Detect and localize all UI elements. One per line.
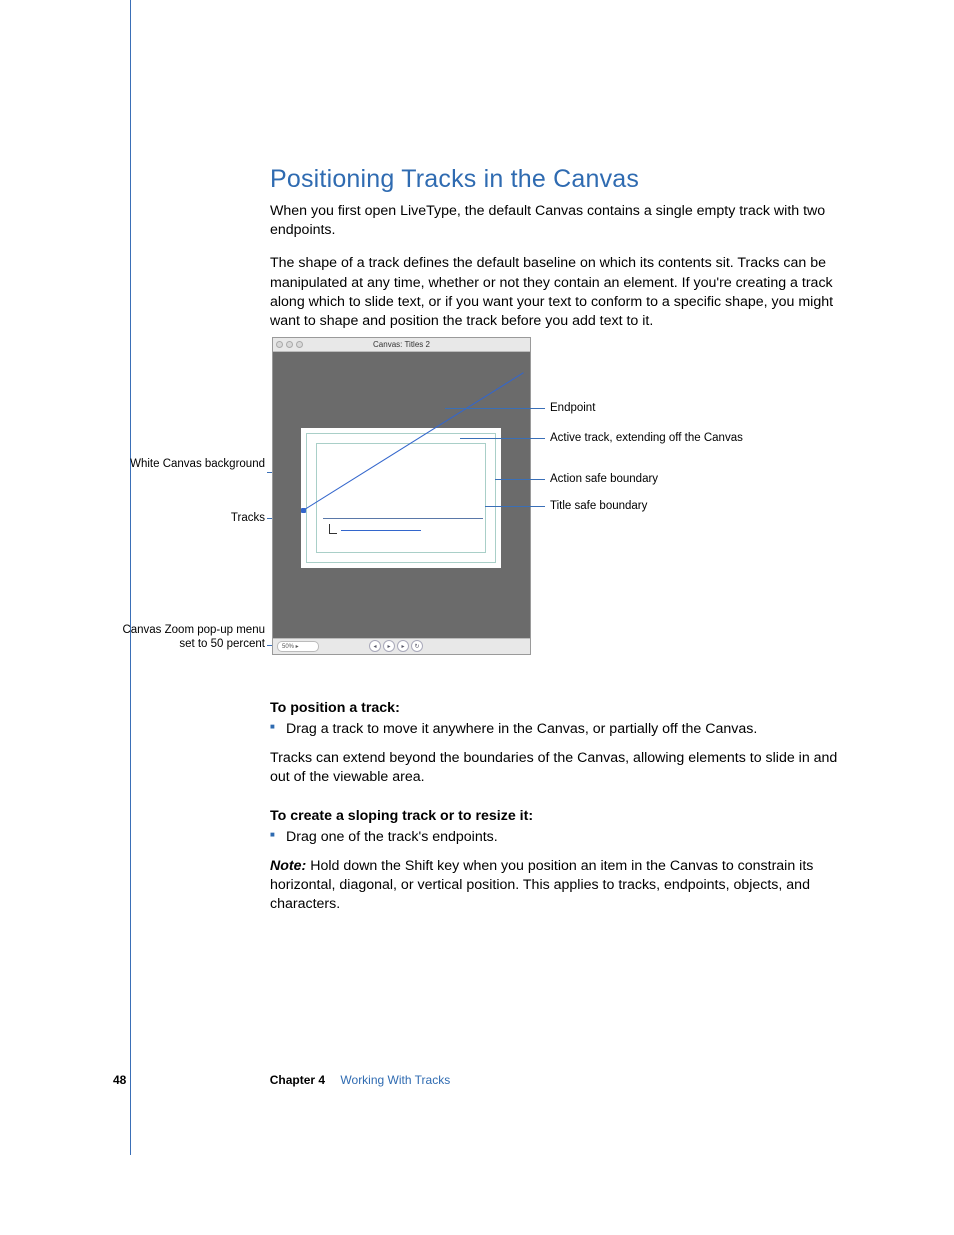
body-paragraph: Tracks can extend beyond the boundaries …	[270, 749, 860, 787]
window-bottombar: 50% ▸ ◂ ▸ ▸ ↻	[273, 638, 530, 654]
traffic-lights	[276, 341, 303, 348]
leader-line	[485, 506, 545, 507]
label-action-safe: Action safe boundary	[550, 473, 850, 487]
intro-paragraph-1: When you first open LiveType, the defaul…	[270, 202, 860, 240]
page-footer: 48 Chapter 4 Working With Tracks	[113, 1073, 813, 1087]
label-endpoint: Endpoint	[550, 402, 850, 416]
next-icon[interactable]: ▸	[397, 640, 409, 652]
label-tracks: Tracks	[105, 512, 265, 526]
chapter-title: Working With Tracks	[340, 1073, 450, 1087]
leader-line	[495, 479, 545, 480]
bullet-item: Drag one of the track's endpoints.	[270, 828, 860, 847]
leader-line	[460, 438, 545, 439]
leader-line	[445, 408, 545, 409]
intro-paragraph-2: The shape of a track defines the default…	[270, 254, 860, 331]
play-icon[interactable]: ▸	[383, 640, 395, 652]
track-bracket	[329, 524, 337, 534]
canvas-area	[273, 352, 530, 638]
subhead-position: To position a track:	[270, 700, 860, 716]
bullet-item: Drag a track to move it anywhere in the …	[270, 720, 860, 739]
loop-icon[interactable]: ↻	[411, 640, 423, 652]
window-titlebar: Canvas: Titles 2	[273, 338, 530, 352]
section-heading: Positioning Tracks in the Canvas	[270, 165, 860, 194]
label-zoom: Canvas Zoom pop-up menu set to 50 percen…	[105, 624, 265, 652]
note-label: Note:	[270, 858, 306, 874]
prev-icon[interactable]: ◂	[369, 640, 381, 652]
canvas-window: Canvas: Titles 2 50% ▸ ◂ ▸ ▸	[272, 337, 531, 655]
zoom-popup[interactable]: 50% ▸	[277, 641, 319, 652]
label-white-canvas: White Canvas background	[105, 458, 265, 472]
note-body: Hold down the Shift key when you positio…	[270, 858, 813, 912]
lower-content: To position a track: Drag a track to mov…	[270, 680, 860, 928]
label-title-safe: Title safe boundary	[550, 500, 850, 514]
window-title: Canvas: Titles 2	[373, 340, 430, 349]
track-endpoint	[301, 508, 306, 513]
track-line	[323, 518, 483, 519]
chapter-label: Chapter 4	[270, 1073, 325, 1087]
main-content: Positioning Tracks in the Canvas When yo…	[270, 165, 860, 345]
track-line	[341, 530, 421, 531]
canvas-figure: White Canvas background Tracks Canvas Zo…	[105, 335, 865, 665]
label-active-track: Active track, extending off the Canvas	[550, 432, 850, 446]
note-paragraph: Note: Hold down the Shift key when you p…	[270, 857, 860, 915]
transport-controls: ◂ ▸ ▸ ↻	[369, 640, 423, 652]
subhead-slope: To create a sloping track or to resize i…	[270, 808, 860, 824]
title-safe-rect	[316, 443, 486, 553]
page-number: 48	[113, 1073, 126, 1087]
